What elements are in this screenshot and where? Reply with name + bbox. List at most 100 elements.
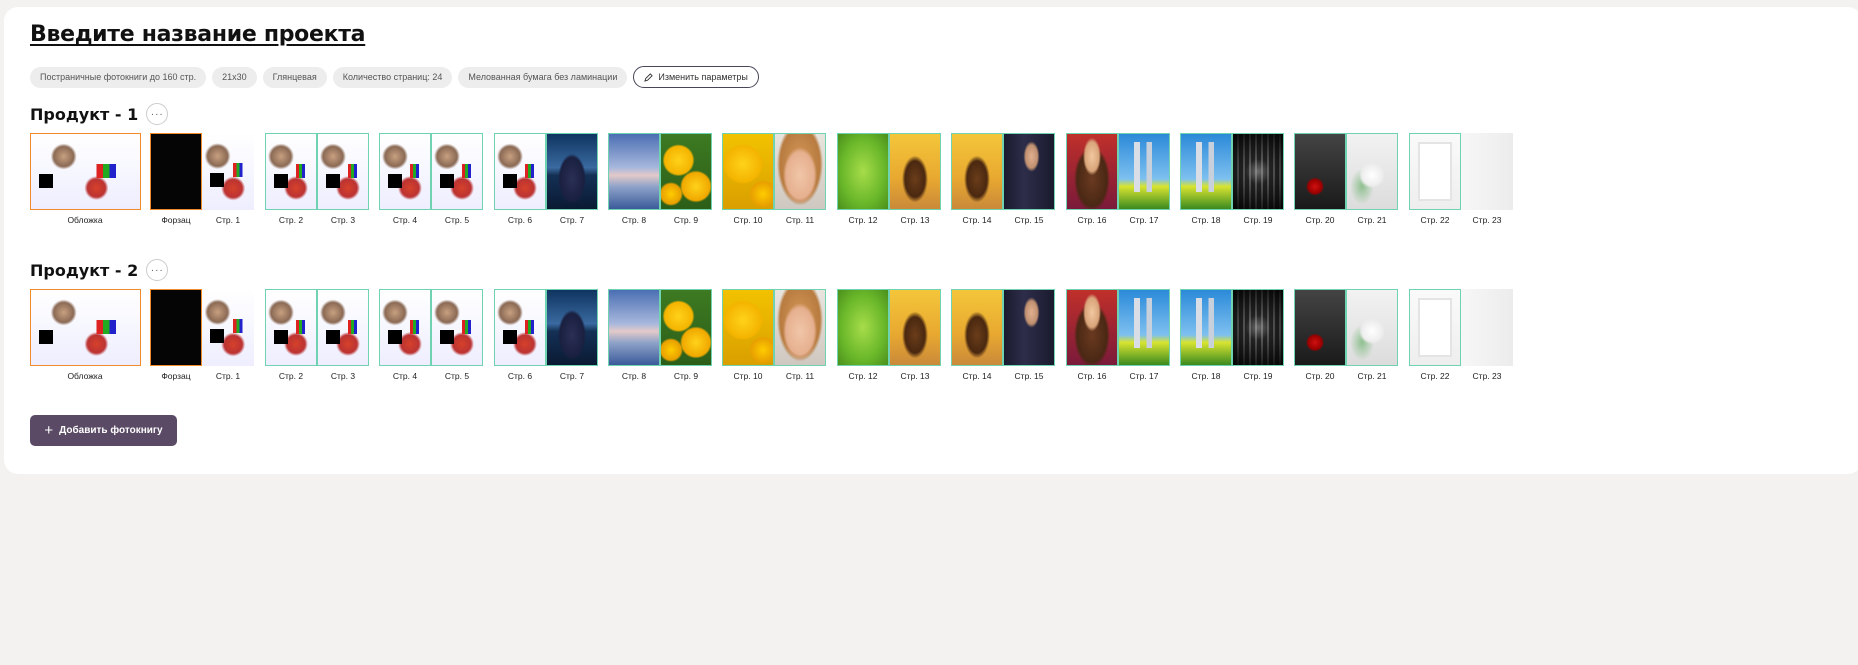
page-thumbnail[interactable]: [1461, 133, 1513, 210]
spread-thumbnail[interactable]: [1409, 133, 1513, 210]
page-thumbnail[interactable]: [889, 289, 941, 366]
spread-thumbnail[interactable]: [837, 289, 941, 366]
product-2: Продукт - 2 ··· Обложка Форзац Стр. 1 Стр. …: [30, 259, 1513, 381]
spread-thumbnail[interactable]: [1180, 133, 1284, 210]
spread-thumbnail[interactable]: [1066, 289, 1170, 366]
spread-thumbnail[interactable]: [265, 289, 369, 366]
page-label: Стр. 14: [962, 215, 992, 225]
page-thumbnail[interactable]: [1346, 289, 1398, 366]
page-thumbnail[interactable]: [1409, 289, 1461, 366]
page-thumbnail[interactable]: [608, 133, 660, 210]
page-thumbnail[interactable]: [431, 133, 483, 210]
project-title[interactable]: Введите название проекта: [30, 22, 366, 47]
product-more-button[interactable]: ···: [146, 103, 169, 125]
page-label: Стр. 6: [507, 371, 533, 381]
spread-thumbnail[interactable]: [837, 133, 941, 210]
page-thumbnail[interactable]: [1461, 289, 1513, 366]
cover-thumbnail[interactable]: [30, 289, 141, 366]
page-thumbnail[interactable]: [660, 289, 712, 366]
page-thumbnail[interactable]: [431, 289, 483, 366]
page-thumbnail[interactable]: [1232, 289, 1284, 366]
page-label: Стр. 10: [733, 215, 763, 225]
page-label: Форзац: [161, 215, 191, 225]
spread-thumbnail[interactable]: [1294, 133, 1398, 210]
spread-thumbnail[interactable]: [1180, 289, 1284, 366]
edit-params-button[interactable]: Изменить параметры: [633, 66, 759, 88]
spread-thumbnail[interactable]: [494, 133, 598, 210]
page-thumbnail[interactable]: [202, 133, 254, 210]
page-thumbnail[interactable]: [265, 133, 317, 210]
page-thumbnail[interactable]: [1003, 289, 1055, 366]
page-thumbnail[interactable]: [265, 289, 317, 366]
page-thumbnail[interactable]: [1066, 133, 1118, 210]
page-label: Стр. 20: [1305, 371, 1335, 381]
spread-thumbnail[interactable]: [1066, 133, 1170, 210]
spread-thumbnail[interactable]: [722, 289, 826, 366]
page-label: Стр. 21: [1357, 215, 1387, 225]
spread-thumbnail[interactable]: [1294, 289, 1398, 366]
product-more-button[interactable]: ···: [146, 259, 169, 281]
page-thumbnail[interactable]: [1232, 133, 1284, 210]
page-thumbnail[interactable]: [150, 133, 202, 210]
spread-thumbnail[interactable]: [951, 133, 1055, 210]
spread-thumbnail[interactable]: [379, 289, 483, 366]
page-thumbnail[interactable]: [202, 289, 254, 366]
page-thumbnail[interactable]: [1180, 133, 1232, 210]
page-thumbnail[interactable]: [546, 289, 598, 366]
page-thumbnail[interactable]: [1118, 289, 1170, 366]
page-thumbnail[interactable]: [1066, 289, 1118, 366]
page-thumbnail[interactable]: [1180, 289, 1232, 366]
page-thumbnail[interactable]: [317, 289, 369, 366]
page-label: Стр. 13: [900, 215, 930, 225]
page-thumbnail[interactable]: [837, 289, 889, 366]
page-thumbnail[interactable]: [379, 289, 431, 366]
page-thumbnail[interactable]: [774, 133, 826, 210]
spread-thumbnail[interactable]: [265, 133, 369, 210]
spread-thumbnail[interactable]: [1409, 289, 1513, 366]
page-label: Стр. 22: [1420, 215, 1450, 225]
page-thumbnail[interactable]: [722, 289, 774, 366]
page-thumbnail[interactable]: [889, 133, 941, 210]
page-thumbnail[interactable]: [1294, 133, 1346, 210]
page-thumbnail[interactable]: [1346, 133, 1398, 210]
page-thumbnail[interactable]: [660, 133, 712, 210]
page-thumbnail[interactable]: [546, 133, 598, 210]
page-thumbnail[interactable]: [379, 133, 431, 210]
page-thumbnail[interactable]: [837, 133, 889, 210]
page-thumbnail[interactable]: [1118, 133, 1170, 210]
cover-thumbnail[interactable]: [30, 133, 141, 210]
spread-thumbnail[interactable]: [379, 133, 483, 210]
page-thumbnail[interactable]: [951, 133, 1003, 210]
page-thumbnail[interactable]: [317, 133, 369, 210]
spread-thumbnail[interactable]: [150, 133, 254, 210]
spread-thumbnail[interactable]: [494, 289, 598, 366]
edit-params-label: Изменить параметры: [658, 72, 748, 82]
page-thumbnail[interactable]: [608, 289, 660, 366]
page-label: Стр. 12: [848, 371, 878, 381]
spread-thumbnail[interactable]: [951, 289, 1055, 366]
page-thumbnail[interactable]: [1003, 133, 1055, 210]
page-thumbnail[interactable]: [1294, 289, 1346, 366]
page-label: Стр. 7: [559, 371, 585, 381]
spread-thumbnail[interactable]: [722, 133, 826, 210]
add-photobook-label: Добавить фотокнигу: [59, 425, 163, 436]
page-thumbnail[interactable]: [774, 289, 826, 366]
page-thumbnail[interactable]: [722, 133, 774, 210]
page-label: Стр. 2: [278, 215, 304, 225]
page-thumbnail[interactable]: [1409, 133, 1461, 210]
spread-thumbnail[interactable]: [608, 133, 712, 210]
page-label: Стр. 19: [1243, 371, 1273, 381]
page-thumbnail[interactable]: [494, 289, 546, 366]
param-chip-paper: Мелованная бумага без ламинации: [458, 66, 628, 88]
spread-thumbnail[interactable]: [150, 289, 254, 366]
page-label: Стр. 9: [673, 371, 699, 381]
page-label: Стр. 23: [1472, 215, 1502, 225]
page-label: Стр. 3: [330, 215, 356, 225]
page-thumbnail[interactable]: [494, 133, 546, 210]
page-label: Стр. 12: [848, 215, 878, 225]
page-thumbnail[interactable]: [951, 289, 1003, 366]
param-chip-size: 21x30: [212, 66, 257, 88]
spread-thumbnail[interactable]: [608, 289, 712, 366]
page-thumbnail[interactable]: [150, 289, 202, 366]
add-photobook-button[interactable]: + Добавить фотокнигу: [30, 415, 177, 446]
